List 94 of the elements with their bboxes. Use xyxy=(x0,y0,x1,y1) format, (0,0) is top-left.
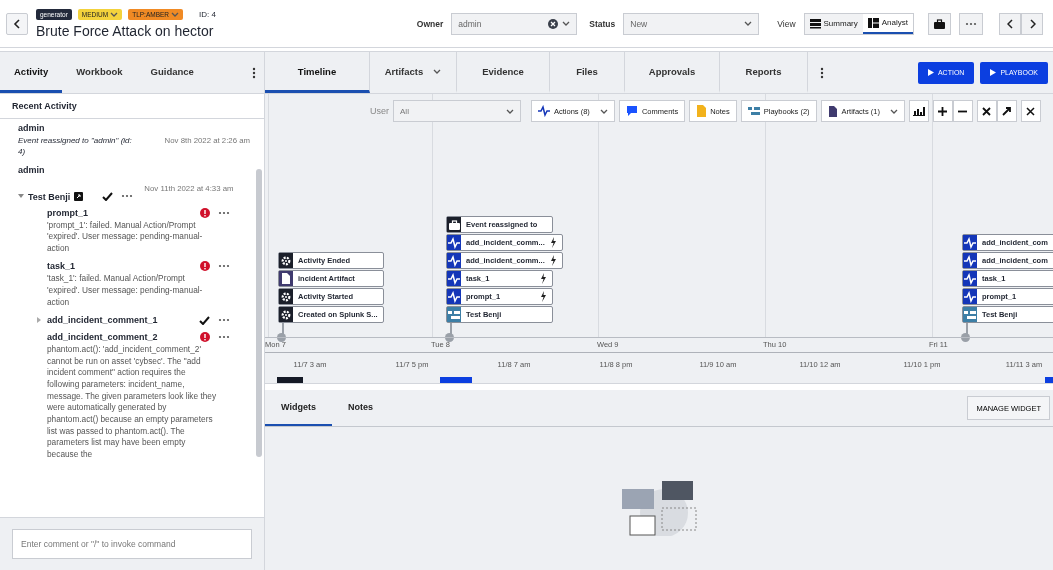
bar-chart-icon xyxy=(912,106,925,116)
document-icon xyxy=(281,273,291,284)
pulse-icon xyxy=(964,272,976,285)
view-option[interactable]: Summary xyxy=(804,13,863,34)
widget-tab[interactable]: Notes xyxy=(331,390,389,426)
briefcase-icon xyxy=(448,219,460,230)
collapse-icon xyxy=(982,106,992,116)
comment-field[interactable]: Enter comment or "/" to invoke command xyxy=(12,529,252,559)
expand-icon xyxy=(1002,106,1012,116)
status-label: Status xyxy=(589,18,616,29)
list-icon xyxy=(809,18,821,29)
action-name: add_incident_comment_1 xyxy=(47,315,158,326)
action-name: task_1 xyxy=(47,261,76,272)
close-icon xyxy=(1026,106,1036,116)
plus-icon xyxy=(938,106,948,116)
pulse-icon xyxy=(448,236,460,249)
pulse-icon xyxy=(964,254,976,267)
activity-user: admin xyxy=(18,123,46,133)
incident-title: Brute Force Attack on hector xyxy=(36,22,215,39)
close-button[interactable] xyxy=(1020,100,1041,122)
chevron-left-icon xyxy=(1006,18,1014,29)
activity-message: Event reassigned to "admin" (id: 4) xyxy=(18,136,133,158)
briefcase-button[interactable] xyxy=(928,12,951,35)
pulse-icon xyxy=(964,290,976,303)
pulse-icon xyxy=(448,290,460,303)
play-icon xyxy=(990,69,997,76)
gear-icon xyxy=(281,255,291,266)
view-label: View xyxy=(777,18,796,29)
scrollbar[interactable] xyxy=(256,169,262,457)
view-option[interactable]: Analyst xyxy=(862,13,913,34)
action-message: phantom.act(): 'add_incident_comment_2' cannot be run on asset 'cybsec'. The "add incident comment" action requires the following parameters: incident_name, message. The given parameters look like they were automatically generated by phantom.act() because an empty parameters list was passed to phantom.act(). The parameters list may have been empty because the xyxy=(47,344,218,461)
next-button[interactable] xyxy=(1021,12,1043,35)
collapse-button[interactable] xyxy=(976,100,997,122)
flow-icon xyxy=(448,309,460,320)
owner-select[interactable]: admin xyxy=(451,12,578,35)
more-icon xyxy=(965,21,977,26)
more-button[interactable] xyxy=(959,12,983,35)
action-name: add_incident_comment_2 xyxy=(47,332,158,343)
chevron-down-icon xyxy=(171,11,180,17)
pulse-icon xyxy=(964,236,976,249)
panel-tab[interactable]: Activity xyxy=(0,52,63,93)
flow-icon xyxy=(747,106,760,116)
panel-tab[interactable]: Guidance xyxy=(136,52,208,93)
chevron-down-icon xyxy=(506,108,514,114)
pulse-icon xyxy=(538,105,550,117)
chevron-left-icon xyxy=(13,18,21,29)
action-name: prompt_1 xyxy=(47,207,88,218)
activity-user: admin xyxy=(18,164,46,175)
layout-icon xyxy=(867,17,879,28)
caret-icon[interactable] xyxy=(37,317,43,324)
more-vertical-icon[interactable] xyxy=(820,66,824,79)
more-icon[interactable] xyxy=(218,335,230,340)
caret-icon[interactable] xyxy=(18,193,24,200)
playbook-name[interactable]: Test Benji xyxy=(28,191,71,202)
chevron-down-icon xyxy=(562,21,571,26)
back-button[interactable] xyxy=(6,12,28,35)
external-link-icon[interactable] xyxy=(74,192,84,202)
play-icon xyxy=(927,69,934,76)
user-label: User xyxy=(370,106,389,116)
more-icon[interactable] xyxy=(218,210,230,215)
main-tab[interactable]: Evidence xyxy=(457,52,550,93)
main-tab[interactable]: Artifacts xyxy=(370,52,457,93)
chevron-right-icon xyxy=(1028,18,1036,29)
gear-icon xyxy=(281,309,291,320)
chevron-down-icon xyxy=(110,11,119,17)
comment-icon xyxy=(625,105,638,117)
incident-id: ID: 4 xyxy=(199,9,216,19)
briefcase-icon xyxy=(934,18,945,29)
more-icon[interactable] xyxy=(218,318,230,323)
user-select[interactable]: All xyxy=(393,100,521,122)
expand-button[interactable] xyxy=(996,100,1017,122)
status-select[interactable]: New xyxy=(623,12,760,35)
more-vertical-icon[interactable] xyxy=(252,66,256,79)
flow-icon xyxy=(964,309,976,320)
panel-tab[interactable]: Workbook xyxy=(62,52,137,93)
pulse-icon xyxy=(448,254,460,267)
owner-label: Owner xyxy=(416,18,444,29)
more-icon[interactable] xyxy=(218,264,230,269)
chevron-down-icon xyxy=(744,21,753,26)
chart-button[interactable] xyxy=(908,100,929,122)
document-icon xyxy=(827,105,838,117)
clear-icon xyxy=(548,18,559,29)
pulse-icon xyxy=(448,272,460,285)
main-tab[interactable]: Reports xyxy=(720,52,808,93)
more-icon[interactable] xyxy=(121,194,134,199)
previous-button[interactable] xyxy=(999,12,1021,35)
note-icon xyxy=(696,105,707,117)
action-message: 'task_1': failed. Manual Action/Prompt 'expired'. User message: pending-manual-action xyxy=(47,273,204,309)
section-title: Recent Activity xyxy=(0,94,264,119)
zoom-in-button[interactable] xyxy=(932,100,953,122)
action-message: 'prompt_1': failed. Manual Action/Prompt 'expired'. User message: pending-manual-action xyxy=(47,219,204,255)
main-tab[interactable]: Approvals xyxy=(625,52,720,93)
gear-icon xyxy=(281,291,291,302)
main-tab[interactable]: Files xyxy=(550,52,625,93)
